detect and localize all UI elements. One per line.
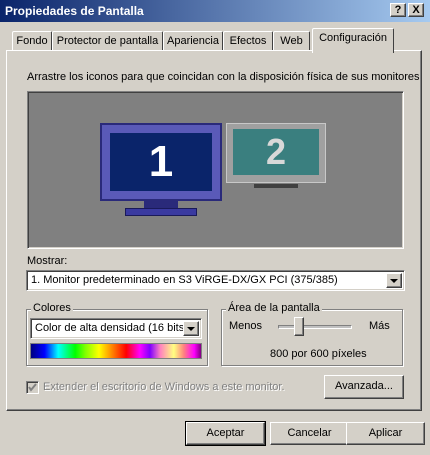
tab-label: Configuración [319,32,387,44]
tab-label: Fondo [16,35,48,47]
help-icon: ? [394,4,402,16]
tab-web[interactable]: Web [273,31,310,51]
tab-label: Web [280,35,303,47]
display-dropdown-button[interactable] [386,273,402,288]
resolution-slider-track[interactable] [278,325,352,329]
display-select-value: 1. Monitor predeterminado en S3 ViRGE-DX… [31,274,338,286]
resolution-text: 800 por 600 píxeles [270,348,367,360]
window-title: Propiedades de Pantalla [5,4,144,18]
colors-dropdown-button[interactable] [183,321,199,336]
chevron-down-icon [390,278,398,283]
tab-protector-de-pantalla[interactable]: Protector de pantalla [52,31,163,51]
colors-select-value: Color de alta densidad (16 bits) [35,322,188,334]
instruction-text: Arrastre los iconos para que coincidan c… [27,71,420,83]
tab-fondo[interactable]: Fondo [12,31,52,51]
screen-area-group-label: Área de la pantalla [226,302,322,314]
monitor-1-neck [144,201,178,208]
monitor-2-screen: 2 [233,129,319,175]
monitor-1-base [125,208,197,216]
monitor-2-number: 2 [265,131,287,172]
chevron-down-icon [187,326,195,331]
advanced-button[interactable]: Avanzada... [324,375,404,399]
slider-min-label: Menos [229,320,263,332]
extend-desktop-label: Extender el escritorio de Windows a este… [43,381,285,393]
monitor-1-screen: 1 [110,133,212,191]
monitor-arrangement-area[interactable]: 1 2 [27,91,404,249]
monitor-2-icon[interactable]: 2 [226,123,326,193]
display-select[interactable]: 1. Monitor predeterminado en S3 ViRGE-DX… [26,270,405,291]
display-label: Mostrar: [27,255,68,267]
cancel-button-label: Cancelar [287,427,332,439]
ok-button-label: Aceptar [206,427,245,439]
extend-desktop-checkbox[interactable] [26,381,39,394]
color-spectrum-bar [30,343,202,359]
resolution-slider-thumb[interactable] [294,317,304,336]
colors-group-label: Colores [31,302,73,314]
ok-button[interactable]: Aceptar [185,421,266,446]
monitor-1-icon[interactable]: 1 [100,123,222,218]
slider-max-label: Más [369,320,390,332]
tab-efectos[interactable]: Efectos [223,31,273,51]
monitor-1-number: 1 [148,137,174,186]
advanced-button-label: Avanzada... [335,380,393,392]
help-button[interactable]: ? [390,3,406,17]
close-button[interactable]: X [408,3,424,17]
tab-label: Protector de pantalla [56,35,159,47]
colors-select[interactable]: Color de alta densidad (16 bits) [30,318,202,339]
apply-button-label: Aplicar [368,427,403,439]
close-icon: X [412,4,420,16]
tab-configuracion[interactable]: Configuración [312,28,394,53]
apply-button[interactable]: Aplicar [346,422,425,445]
tab-apariencia[interactable]: Apariencia [163,31,223,51]
title-bar[interactable]: Propiedades de Pantalla ? X [0,0,430,22]
checkmark-icon [28,383,37,392]
tab-label: Efectos [229,35,267,47]
cancel-button[interactable]: Cancelar [270,422,349,445]
monitor-2-base [254,184,298,188]
tab-label: Apariencia [167,35,219,47]
